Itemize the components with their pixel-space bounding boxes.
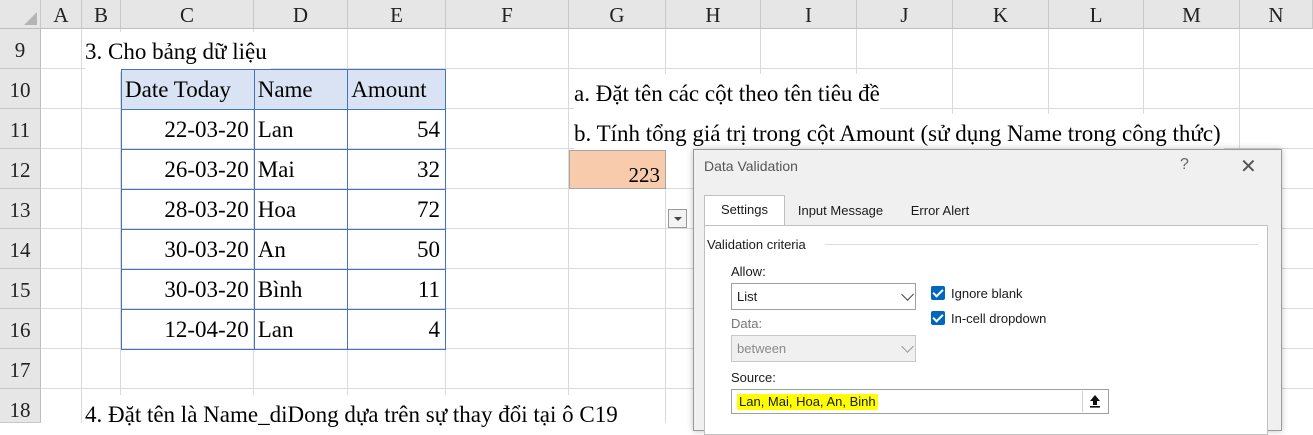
header-amount[interactable]: Amount [347, 69, 446, 110]
allow-select[interactable]: List [731, 283, 916, 310]
cell-amount[interactable]: 32 [347, 149, 446, 190]
gridline [568, 29, 569, 423]
table-row: 22-03-20 Lan 54 [121, 109, 446, 150]
data-select-value: between [737, 341, 787, 356]
ignore-blank-checkbox[interactable] [931, 286, 945, 300]
cell-date[interactable]: 28-03-20 [121, 189, 255, 230]
cell-date[interactable]: 22-03-20 [121, 109, 255, 150]
cell-amount[interactable]: 72 [347, 189, 446, 230]
help-icon[interactable]: ? [1180, 156, 1189, 174]
column-header-h[interactable]: H [666, 0, 761, 29]
row-header-11[interactable]: 11 [0, 109, 41, 149]
column-header-d[interactable]: D [254, 0, 348, 29]
table-header-row: Date Today Name Amount [121, 69, 446, 110]
table-row: 12-04-20 Lan 4 [121, 309, 446, 350]
data-validation-dialog: Data Validation ? ✕ Settings Input Messa… [693, 149, 1282, 435]
cell-date[interactable]: 30-03-20 [121, 269, 255, 310]
cell-date[interactable]: 26-03-20 [121, 149, 255, 190]
sum-cell-g12[interactable]: 223 [569, 150, 666, 189]
upload-arrow-icon [1090, 395, 1100, 408]
data-table: Date Today Name Amount 22-03-20 Lan 54 2… [121, 69, 446, 350]
source-input[interactable]: Lan, Mai, Hoa, An, Binh [731, 389, 1109, 414]
column-header-b[interactable]: B [82, 0, 121, 29]
chevron-down-icon [901, 288, 914, 301]
column-header-c[interactable]: C [121, 0, 254, 29]
cell-amount[interactable]: 4 [347, 309, 446, 350]
ignore-blank-label[interactable]: Ignore blank [951, 286, 1023, 301]
table-row: 30-03-20 Bình 11 [121, 269, 446, 310]
in-cell-dropdown-arrow-icon[interactable] [668, 209, 687, 228]
chevron-down-icon [901, 340, 914, 353]
cell-date[interactable]: 30-03-20 [121, 229, 255, 270]
spreadsheet: A B C D E F G H I J K L M N 9 10 11 12 1… [0, 0, 1313, 435]
allow-select-value: List [737, 289, 758, 304]
allow-label: Allow: [731, 264, 766, 279]
column-header-k[interactable]: K [953, 0, 1049, 29]
row-header-13[interactable]: 13 [0, 189, 41, 229]
tab-input-message[interactable]: Input Message [788, 197, 893, 225]
tab-error-alert[interactable]: Error Alert [897, 197, 983, 225]
in-cell-dropdown-label[interactable]: In-cell dropdown [951, 311, 1046, 326]
cell-date[interactable]: 12-04-20 [121, 309, 255, 350]
source-value: Lan, Mai, Hoa, An, Binh [737, 394, 878, 410]
column-header-n[interactable]: N [1240, 0, 1313, 29]
table-row: 30-03-20 An 50 [121, 229, 446, 270]
collapse-dialog-button[interactable] [1082, 391, 1107, 412]
cell-amount[interactable]: 54 [347, 109, 446, 150]
table-row: 28-03-20 Hoa 72 [121, 189, 446, 230]
task-b-text: b. Tính tổng giá trị trong cột Amount (s… [574, 114, 1224, 154]
row-header-16[interactable]: 16 [0, 309, 41, 349]
task-a-text: a. Đặt tên các cột theo tên tiêu đề [574, 74, 880, 114]
row-header-9[interactable]: 9 [0, 29, 41, 69]
column-header-f[interactable]: F [446, 0, 569, 29]
data-label: Data: [731, 316, 763, 331]
close-icon[interactable]: ✕ [1240, 154, 1257, 179]
column-header-l[interactable]: L [1049, 0, 1144, 29]
row-header-17[interactable]: 17 [0, 349, 41, 389]
table-row: 26-03-20 Mai 32 [121, 149, 446, 190]
section3-title: 3. Cho bảng dữ liệu [85, 32, 271, 72]
in-cell-dropdown-checkbox[interactable] [931, 311, 945, 325]
cell-name[interactable]: An [253, 229, 349, 270]
header-name[interactable]: Name [253, 69, 349, 110]
validation-criteria-label: Validation criteria [707, 237, 806, 252]
cell-name[interactable]: Hoa [253, 189, 349, 230]
column-header-i[interactable]: I [761, 0, 857, 29]
data-select: between [731, 335, 916, 362]
tab-settings[interactable]: Settings [704, 195, 785, 225]
section4-title: 4. Đặt tên là Name_diDong dựa trên sự th… [85, 395, 618, 435]
cell-name[interactable]: Lan [253, 109, 349, 150]
dialog-title: Data Validation [704, 158, 798, 174]
group-divider [825, 244, 1258, 245]
select-all-corner[interactable] [0, 0, 41, 29]
column-header-m[interactable]: M [1144, 0, 1240, 29]
gridline [81, 29, 82, 423]
row-header-15[interactable]: 15 [0, 269, 41, 309]
row-header-10[interactable]: 10 [0, 69, 41, 109]
cell-amount[interactable]: 50 [347, 229, 446, 270]
column-header-e[interactable]: E [348, 0, 446, 29]
cell-name[interactable]: Lan [253, 309, 349, 350]
cell-amount[interactable]: 11 [347, 269, 446, 310]
cell-name[interactable]: Bình [253, 269, 349, 310]
column-header-g[interactable]: G [569, 0, 666, 29]
column-header-j[interactable]: J [857, 0, 953, 29]
select-all-triangle-icon [24, 12, 37, 25]
row-header-18[interactable]: 18 [0, 389, 41, 423]
row-header-12[interactable]: 12 [0, 149, 41, 189]
cell-name[interactable]: Mai [253, 149, 349, 190]
source-label: Source: [731, 370, 776, 385]
header-date-today[interactable]: Date Today [121, 69, 255, 110]
column-header-a[interactable]: A [41, 0, 82, 29]
row-header-14[interactable]: 14 [0, 229, 41, 269]
